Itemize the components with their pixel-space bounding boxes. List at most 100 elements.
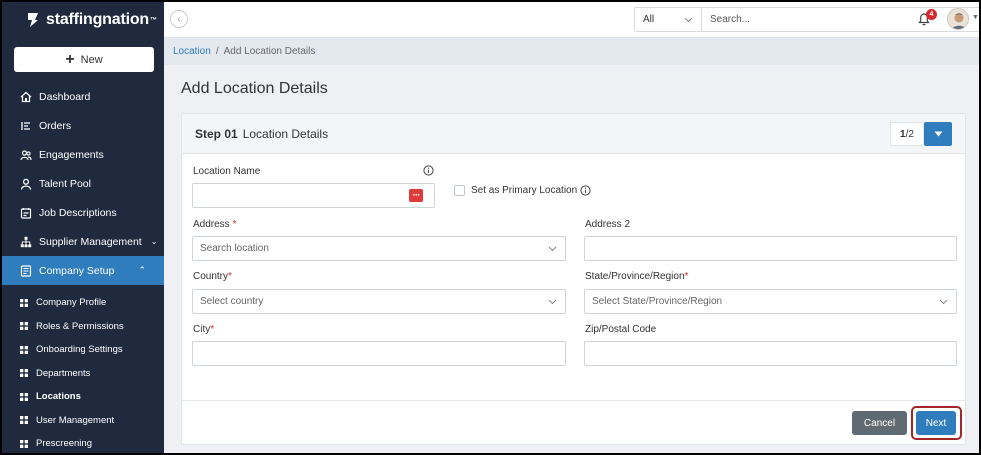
sidebar-subitem-label: User Management: [36, 414, 115, 426]
info-icon[interactable]: [423, 165, 434, 176]
chevron-down-icon[interactable]: ▼: [972, 14, 979, 21]
sidebar-subitem-user-management[interactable]: User Management: [2, 409, 164, 433]
sidebar-item-supplier-management[interactable]: Supplier Management ⌄: [2, 227, 164, 256]
required-mark: *: [228, 271, 232, 282]
primary-location-label: Set as Primary Location: [471, 185, 578, 196]
hierarchy-icon: [20, 236, 32, 247]
sidebar-item-job-descriptions[interactable]: Job Descriptions: [2, 198, 164, 227]
country-placeholder: Select country: [200, 296, 264, 307]
step-number: Step 01: [195, 126, 238, 141]
chevron-down-icon: [548, 299, 557, 304]
breadcrumb: Location / Add Location Details: [164, 38, 979, 65]
country-select[interactable]: Select country: [192, 289, 566, 314]
country-label: Country*: [193, 271, 232, 282]
sidebar: staffingnation ™ + New Dashboard Orders E…: [2, 2, 164, 453]
sidebar-item-engagements[interactable]: Engagements: [2, 140, 164, 169]
address-search-select[interactable]: Search location: [192, 236, 566, 261]
location-name-label: Location Name: [193, 166, 261, 177]
step-title: Location Details: [242, 126, 329, 141]
state-placeholder: Select State/Province/Region: [592, 296, 723, 307]
zip-input[interactable]: [584, 341, 957, 366]
primary-location-checkbox[interactable]: [454, 185, 465, 196]
document-icon: [20, 264, 32, 277]
sidebar-subitem-prescreening[interactable]: Prescreening: [2, 432, 164, 453]
people-icon: [20, 149, 32, 160]
grid-icon: [20, 439, 28, 448]
topbar: ‹ All Search... 4 ▼: [164, 2, 979, 38]
zip-label: Zip/Postal Code: [585, 324, 657, 335]
search-scope-value: All: [643, 14, 655, 25]
sidebar-item-dashboard[interactable]: Dashboard: [2, 82, 164, 111]
location-name-input[interactable]: [192, 183, 435, 208]
sidebar-subitem-label: Onboarding Settings: [36, 344, 123, 356]
chevron-down-icon: [939, 299, 948, 304]
grid-icon: [20, 298, 28, 307]
required-mark: *: [684, 271, 689, 282]
form-footer-divider: [182, 400, 965, 401]
grid-icon: [20, 416, 28, 425]
sidebar-item-orders[interactable]: Orders: [2, 111, 164, 140]
required-mark: *: [232, 219, 237, 230]
sidebar-item-company-setup[interactable]: Company Setup ⌃: [2, 256, 164, 285]
breadcrumb-separator: /: [215, 46, 219, 57]
new-button[interactable]: + New: [14, 47, 154, 72]
sidebar-subitem-label: Company Profile: [36, 297, 107, 309]
country-label-text: Country: [193, 271, 229, 282]
sidebar-subitem-label: Departments: [36, 367, 91, 379]
chevron-down-icon: [684, 17, 693, 22]
grid-icon: [20, 345, 28, 354]
notification-badge: 4: [926, 9, 937, 20]
info-icon[interactable]: [580, 185, 591, 196]
brand-name: staffingnation: [46, 11, 149, 28]
main-content: Location / Add Location Details Add Loca…: [164, 38, 979, 453]
cancel-button[interactable]: Cancel: [852, 411, 907, 435]
sidebar-item-label: Orders: [39, 119, 72, 132]
breadcrumb-current: Add Location Details: [223, 46, 316, 57]
collapse-sidebar-button[interactable]: ‹: [170, 10, 188, 28]
state-label: State/Province/Region*: [585, 271, 688, 282]
state-label-text: State/Province/Region: [585, 271, 685, 282]
step-menu-button[interactable]: [924, 122, 952, 146]
pager-total: /2: [905, 128, 914, 140]
calendar-icon: [20, 207, 32, 219]
chevron-up-icon: ⌃: [138, 265, 146, 275]
address-placeholder: Search location: [200, 243, 269, 254]
location-form-card: Step 01 Location Details 1/2 Location Na…: [181, 113, 966, 445]
sidebar-item-label: Engagements: [39, 148, 104, 161]
chevron-down-icon: ⌄: [150, 237, 158, 246]
sidebar-subitem-departments[interactable]: Departments: [2, 362, 164, 386]
sidebar-item-talent-pool[interactable]: Talent Pool: [2, 169, 164, 198]
step-header: Step 01 Location Details: [182, 114, 965, 154]
grid-icon: [20, 392, 28, 401]
sidebar-subitem-locations[interactable]: Locations: [2, 385, 164, 409]
user-avatar[interactable]: [947, 8, 969, 30]
city-input[interactable]: [192, 341, 566, 366]
sidebar-subitem-label: Locations: [36, 391, 81, 403]
search-input[interactable]: Search...: [702, 8, 979, 31]
list-icon: [21, 121, 30, 130]
page-title: Add Location Details: [181, 80, 328, 97]
grid-icon: [20, 369, 28, 378]
home-icon: [20, 91, 32, 102]
logo-mark-icon: [28, 13, 38, 27]
sidebar-subitem-roles-permissions[interactable]: Roles & Permissions: [2, 315, 164, 339]
state-select[interactable]: Select State/Province/Region: [584, 289, 957, 314]
more-dots-icon[interactable]: ···: [409, 189, 423, 202]
address2-input[interactable]: [584, 236, 957, 261]
sidebar-nav: Dashboard Orders Engagements Talent Pool…: [2, 82, 164, 453]
sidebar-item-label: Company Setup: [39, 264, 115, 277]
caret-down-icon: [934, 131, 942, 137]
breadcrumb-link-location[interactable]: Location: [173, 46, 211, 57]
required-mark: *: [210, 324, 215, 335]
chevron-down-icon: [548, 246, 557, 251]
search-scope-select[interactable]: All: [635, 8, 702, 31]
sidebar-subitem-company-profile[interactable]: Company Profile: [2, 291, 164, 315]
address-label-text: Address: [193, 219, 230, 230]
person-icon: [20, 178, 32, 190]
grid-icon: [20, 322, 28, 331]
sidebar-subitem-onboarding-settings[interactable]: Onboarding Settings: [2, 338, 164, 362]
city-label: City*: [193, 324, 214, 335]
sidebar-subitem-label: Roles & Permissions: [36, 320, 124, 332]
next-button-highlight: [911, 406, 962, 440]
sidebar-item-label: Dashboard: [39, 90, 91, 103]
